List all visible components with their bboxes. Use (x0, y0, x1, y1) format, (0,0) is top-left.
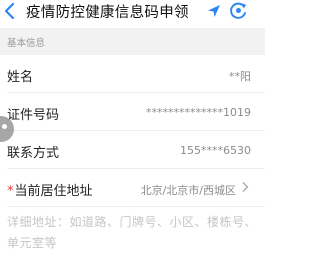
name-label: 姓名 (7, 70, 34, 85)
phone-row[interactable]: 联系方式 155****6530 (0, 131, 265, 169)
id-number-value: **************1019 (146, 106, 251, 119)
section-title: 基本信息 (7, 38, 46, 49)
app-header: 疫情防控健康信息码申领 (0, 0, 265, 28)
refresh-icon[interactable] (229, 1, 248, 20)
residence-value[interactable]: 北京/北京市/西城区 (141, 182, 236, 198)
name-row[interactable]: 姓名 **阳 (0, 55, 265, 93)
section-header: 基本信息 (0, 28, 265, 55)
required-mark: * (7, 184, 14, 199)
address-detail-input[interactable]: 详细地址：如道路、门牌号、小区、楼栋号、单元室等 (7, 212, 257, 254)
residence-label-group: *当前居住地址 (7, 180, 93, 199)
phone-label: 联系方式 (7, 146, 60, 161)
location-arrow-icon[interactable] (206, 3, 222, 19)
page-title: 疫情防控健康信息码申领 (26, 5, 189, 21)
residence-row[interactable]: *当前居住地址 北京/北京市/西城区 (0, 169, 265, 207)
residence-label: 当前居住地址 (14, 184, 93, 199)
phone-value: 155****6530 (180, 144, 251, 157)
assist-dot-icon (2, 124, 7, 129)
back-arrow-icon[interactable] (2, 2, 18, 20)
name-value: **阳 (229, 70, 251, 83)
row-divider (7, 206, 265, 207)
id-number-label: 证件号码 (7, 108, 60, 123)
id-number-row[interactable]: 证件号码 **************1019 (0, 93, 265, 131)
chevron-right-icon[interactable] (241, 181, 249, 193)
